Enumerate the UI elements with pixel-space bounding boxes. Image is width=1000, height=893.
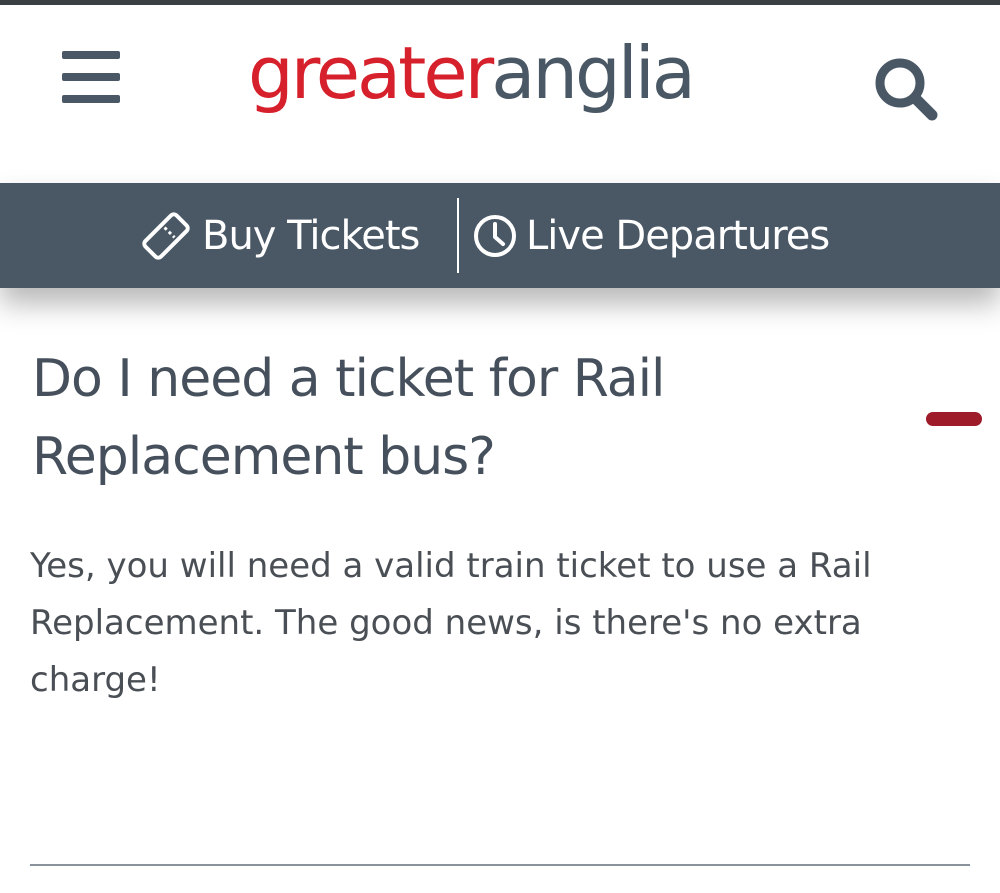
hamburger-menu-icon[interactable] [62,51,120,103]
ticket-icon [142,211,190,260]
logo-text-greater: greater [248,31,494,115]
nav-live-departures-label: Live Departures [526,212,830,259]
faq-answer: Yes, you will need a valid train ticket … [30,546,872,700]
nav-buy-tickets[interactable]: Buy Tickets [138,183,420,288]
nav-live-departures[interactable]: Live Departures [472,183,830,288]
faq-question[interactable]: Do I need a ticket for Rail Replacement … [32,340,892,496]
faq-accordion-item: Do I need a ticket for Rail Replacement … [28,330,982,866]
nav-buy-tickets-label: Buy Tickets [202,212,420,259]
greater-anglia-logo[interactable]: greateranglia [248,23,696,123]
faq-divider [30,864,970,866]
nav-divider [457,198,459,273]
quick-nav-bar: Buy Tickets Live Departures [0,183,1000,288]
clock-icon [474,214,516,257]
site-header: greateranglia [0,5,1000,183]
logo-text-anglia: anglia [491,31,696,115]
search-icon[interactable] [870,51,940,121]
collapse-minus-icon[interactable] [926,412,982,426]
